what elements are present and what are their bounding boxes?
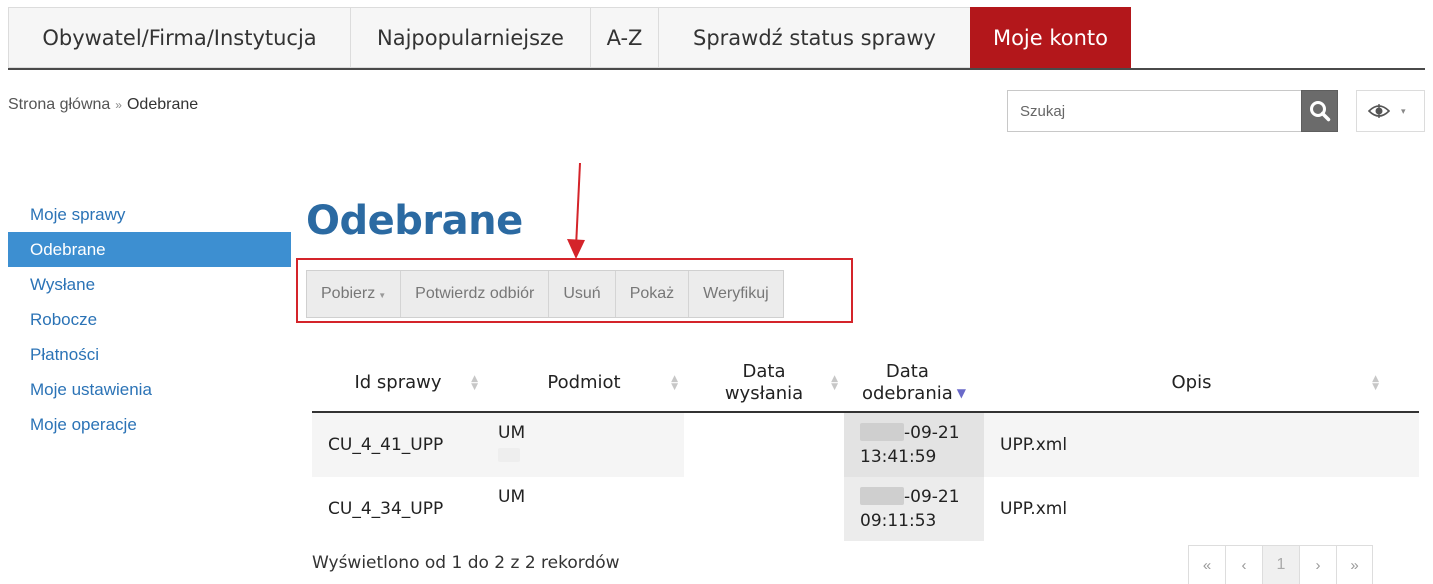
search-button[interactable] — [1301, 90, 1338, 132]
table-header: Id sprawy ▲ ▼ Podmiot ▲ ▼ Data wysłania ▲ ▼ … — [312, 355, 1419, 413]
breadcrumb-separator: » — [115, 98, 122, 112]
received-table: Id sprawy ▲ ▼ Podmiot ▲ ▼ Data wysłania ▲ ▼ … — [312, 355, 1419, 541]
time: 13:41:59 — [860, 447, 937, 467]
cell-opis: UPP.xml — [1000, 499, 1068, 519]
cell-data-odebrania: -09-21 13:41:59 — [844, 413, 984, 477]
sort-icon: ▲ ▼ — [1372, 374, 1379, 392]
redacted-text — [498, 448, 520, 462]
column-header-data-odebrania-label: Data odebrania — [861, 361, 953, 404]
cell-data-wyslania — [684, 413, 844, 477]
cell-data-wyslania — [684, 477, 844, 541]
accessibility-dropdown[interactable]: ▾ — [1356, 90, 1425, 132]
chevron-down-icon: ▼ — [378, 290, 387, 300]
pagination-last[interactable]: » — [1336, 545, 1373, 584]
annotation-arrow-icon — [567, 163, 585, 259]
column-header-id[interactable]: Id sprawy ▲ ▼ — [312, 355, 484, 411]
sort-icon: ▲ ▼ — [671, 374, 678, 392]
sidebar-item-platnosci[interactable]: Płatności — [8, 337, 291, 372]
column-header-podmiot-label: Podmiot — [547, 372, 621, 393]
sort-desc-icon: ▼ — [956, 386, 967, 400]
search-icon — [1309, 101, 1330, 122]
column-header-data-wyslania-label: Data wysłania — [724, 361, 804, 404]
pobierz-label: Pobierz — [321, 285, 376, 302]
time: 09:11:53 — [860, 511, 937, 531]
sidebar-item-robocze[interactable]: Robocze — [8, 302, 291, 337]
tab-obywatel[interactable]: Obywatel/Firma/Instytucja — [8, 7, 350, 68]
column-header-data-wyslania[interactable]: Data wysłania ▲ ▼ — [684, 355, 844, 411]
sidebar: Moje sprawy Odebrane Wysłane Robocze Pła… — [8, 197, 291, 442]
chevron-down-icon: ▾ — [1401, 105, 1406, 116]
potwierdz-odbior-button[interactable]: Potwierdz odbiór — [401, 271, 550, 317]
podmiot-label: UM — [498, 487, 526, 507]
column-header-id-label: Id sprawy — [354, 372, 442, 393]
cell-id: CU_4_41_UPP — [328, 435, 444, 455]
weryfikuj-button[interactable]: Weryfikuj — [689, 271, 783, 317]
breadcrumb-home[interactable]: Strona główna — [8, 96, 110, 113]
tab-najpopularniejsze[interactable]: Najpopularniejsze — [350, 7, 590, 68]
sort-icon: ▲ ▼ — [831, 374, 838, 392]
column-header-opis-label: Opis — [1171, 372, 1212, 393]
sort-icon: ▲ ▼ — [471, 374, 478, 392]
top-navigation: Obywatel/Firma/Instytucja Najpopularniej… — [8, 7, 1131, 68]
sidebar-item-wyslane[interactable]: Wysłane — [8, 267, 291, 302]
pagination-next[interactable]: › — [1299, 545, 1336, 584]
breadcrumb: Strona główna » Odebrane — [8, 96, 198, 114]
pagination-page-1[interactable]: 1 — [1262, 545, 1299, 584]
sidebar-item-moje-ustawienia[interactable]: Moje ustawienia — [8, 372, 291, 407]
cell-opis: UPP.xml — [1000, 435, 1068, 455]
cell-id: CU_4_34_UPP — [328, 499, 444, 519]
column-header-opis[interactable]: Opis ▲ ▼ — [984, 355, 1399, 411]
eye-icon — [1368, 104, 1390, 118]
cell-podmiot: UM — [484, 477, 684, 541]
table-row[interactable]: CU_4_41_UPP UM -09-21 13:41:59 UPP.xml — [312, 413, 1419, 477]
page-title: Odebrane — [306, 198, 523, 244]
cell-data-odebrania: -09-21 09:11:53 — [844, 477, 984, 541]
date-suffix: -09-21 — [904, 487, 960, 507]
records-info: Wyświetlono od 1 do 2 z 2 rekordów — [312, 553, 620, 573]
nav-divider — [8, 68, 1425, 70]
column-header-data-odebrania[interactable]: Data odebrania ▼ — [844, 355, 984, 411]
date-suffix: -09-21 — [904, 423, 960, 443]
sidebar-item-moje-operacje[interactable]: Moje operacje — [8, 407, 291, 442]
search-input[interactable] — [1007, 90, 1301, 132]
pagination: « ‹ 1 › » — [1188, 545, 1373, 584]
tab-moje-konto[interactable]: Moje konto — [970, 7, 1131, 68]
pagination-prev[interactable]: ‹ — [1225, 545, 1262, 584]
podmiot-label: UM — [498, 423, 526, 443]
tab-sprawdz-status[interactable]: Sprawdź status sprawy — [658, 7, 970, 68]
redacted-year — [860, 423, 904, 441]
cell-podmiot: UM — [484, 413, 684, 477]
pokaz-button[interactable]: Pokaż — [616, 271, 690, 317]
action-toolbar: Pobierz ▼ Potwierdz odbiór Usuń Pokaż Wer… — [306, 270, 784, 318]
pagination-first[interactable]: « — [1188, 545, 1225, 584]
pobierz-dropdown-button[interactable]: Pobierz ▼ — [307, 271, 402, 317]
column-header-podmiot[interactable]: Podmiot ▲ ▼ — [484, 355, 684, 411]
sidebar-item-moje-sprawy[interactable]: Moje sprawy — [8, 197, 291, 232]
breadcrumb-current: Odebrane — [126, 96, 199, 113]
tab-a-z[interactable]: A-Z — [590, 7, 658, 68]
table-row[interactable]: CU_4_34_UPP UM -09-21 09:11:53 UPP.xml — [312, 477, 1419, 541]
redacted-year — [860, 487, 904, 505]
usun-button[interactable]: Usuń — [549, 271, 616, 317]
sidebar-item-odebrane[interactable]: Odebrane — [8, 232, 291, 267]
